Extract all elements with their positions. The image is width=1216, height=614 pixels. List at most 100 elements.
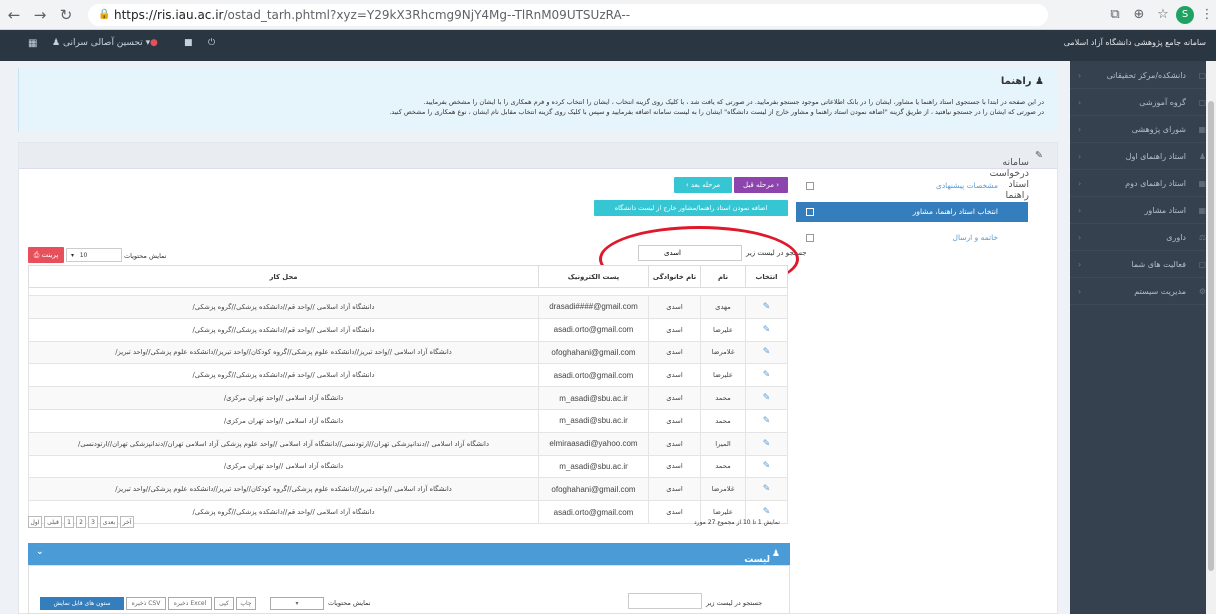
- scrollbar[interactable]: [1206, 61, 1216, 614]
- last-name-cell: اسدی: [648, 363, 701, 388]
- edit-icon[interactable]: ✎: [763, 484, 771, 494]
- sidebar-item[interactable]: ⚙ مدیریت سیستم ‹: [1070, 279, 1216, 305]
- prev-step-button[interactable]: ‹ مرحله قبل: [734, 177, 788, 193]
- select-cell[interactable]: ✎: [745, 408, 788, 433]
- sidebar-item[interactable]: ♟ استاد راهنمای اول ‹: [1070, 144, 1216, 170]
- logout-icon[interactable]: ⏻: [208, 38, 215, 48]
- col-select[interactable]: انتخاب: [745, 265, 788, 288]
- step-finish-send[interactable]: خاتمه و ارسال: [796, 228, 1028, 248]
- first-name-cell: محمد: [700, 386, 746, 410]
- app-header: ▦ ▾ تحسین آصالی سرانی ♟ ● ■ ⏻ سامانه جام…: [0, 30, 1216, 61]
- last-name-cell: اسدی: [648, 454, 701, 479]
- notifications-icon[interactable]: ●: [150, 38, 158, 48]
- print-button[interactable]: پرینت ⎙: [28, 247, 64, 263]
- page-1[interactable]: 1: [64, 516, 74, 528]
- edit-icon[interactable]: ✎: [763, 416, 771, 426]
- collapse-icon[interactable]: ⌄: [36, 547, 44, 557]
- guide-line-2: در صورتی که ایشان را در جستجو نیافتید ، …: [389, 108, 1044, 116]
- reload-icon[interactable]: ↻: [56, 5, 76, 25]
- col-last-name[interactable]: نام خانوادگی: [648, 265, 701, 288]
- guide-title: ♟ راهنما: [1000, 76, 1044, 87]
- edit-icon[interactable]: ✎: [763, 507, 771, 517]
- checkbox-icon: [806, 182, 814, 190]
- zoom-icon[interactable]: ⊕: [1130, 6, 1148, 24]
- page-next[interactable]: بعدی: [100, 516, 118, 528]
- checkbox-icon: [806, 208, 814, 216]
- users-icon: ▦: [1198, 179, 1206, 188]
- table-row: ✎ محمد اسدی m_asadi@sbu.ac.ir دانشگاه آزاد ا…: [28, 408, 788, 433]
- page-first[interactable]: اول: [28, 516, 42, 528]
- select-cell[interactable]: ✎: [745, 340, 788, 365]
- grid-icon[interactable]: ▦: [28, 38, 37, 49]
- mail-icon[interactable]: ■: [184, 38, 193, 48]
- selected-search-input[interactable]: [628, 593, 702, 609]
- first-name-cell: غلامرضا: [700, 340, 746, 365]
- edit-icon[interactable]: ✎: [763, 370, 771, 380]
- chevron-icon: ‹: [1078, 179, 1082, 188]
- sidebar-item[interactable]: ⚖ داوری ‹: [1070, 225, 1216, 251]
- selected-page-size-select[interactable]: ▾: [270, 597, 324, 610]
- select-cell[interactable]: ✎: [745, 454, 788, 479]
- edit-icon[interactable]: ✎: [763, 302, 771, 312]
- select-cell[interactable]: ✎: [745, 386, 788, 410]
- panel-header: ✎ سامانه درخواست استاد راهنما: [19, 143, 1057, 201]
- checkbox-icon: [806, 234, 814, 242]
- building-icon: ▢: [1198, 71, 1206, 80]
- page-2[interactable]: 2: [76, 516, 86, 528]
- sidebar-item[interactable]: ▢ گروه آموزشی ‹: [1070, 90, 1216, 116]
- forward-icon[interactable]: →: [30, 5, 50, 25]
- scrollbar-thumb[interactable]: [1208, 101, 1214, 571]
- chevron-icon: ‹: [1078, 152, 1082, 161]
- sidebar-item[interactable]: ▦ استاد مشاور ‹: [1070, 198, 1216, 224]
- next-step-button[interactable]: مرحله بعد ›: [674, 177, 732, 193]
- page-size-label: نمایش محتویات: [124, 252, 167, 260]
- select-cell[interactable]: ✎: [745, 431, 788, 456]
- col-workplace[interactable]: محل کار: [28, 265, 539, 288]
- extension-icon[interactable]: S: [1176, 6, 1194, 24]
- step-proposal-info[interactable]: مشخصات پیشنهادی: [796, 176, 1028, 196]
- translate-icon[interactable]: ⧉: [1106, 6, 1124, 24]
- edit-icon[interactable]: ✎: [763, 461, 771, 471]
- star-icon[interactable]: ☆: [1154, 6, 1172, 24]
- email-cell: elmiraasadi@yahoo.com: [538, 431, 649, 456]
- columns-button[interactable]: ستون های قابل نمایش: [40, 597, 124, 610]
- email-cell: asadi.orto@gmail.com: [538, 363, 649, 388]
- table-row: ✎ علیرضا اسدی asadi.orto@gmail.com دانشگاه آ…: [28, 500, 788, 524]
- step-label: مشخصات پیشنهادی: [935, 181, 998, 190]
- select-cell[interactable]: ✎: [745, 363, 788, 388]
- print-table-button[interactable]: چاپ: [236, 597, 256, 610]
- col-first-name[interactable]: نام: [700, 265, 746, 288]
- chevron-icon: ‹: [1078, 206, 1082, 215]
- select-cell[interactable]: ✎: [745, 317, 788, 342]
- edit-icon[interactable]: ✎: [763, 439, 771, 449]
- sidebar-item[interactable]: ▦ استاد راهنمای دوم ‹: [1070, 171, 1216, 197]
- page-prev[interactable]: قبلی: [44, 516, 62, 528]
- col-email[interactable]: پست الکترونیک: [538, 265, 649, 288]
- select-cell[interactable]: ✎: [745, 477, 788, 502]
- edit-icon[interactable]: ✎: [763, 325, 771, 335]
- sidebar-item[interactable]: ▢ فعالیت های شما ‹: [1070, 252, 1216, 278]
- sidebar-item[interactable]: ▦ شورای پژوهشی ‹: [1070, 117, 1216, 143]
- sidebar-item[interactable]: ▢ دانشکده/مرکز تحقیقاتی ‹: [1070, 63, 1216, 89]
- page-size-select[interactable]: ▾ 10: [66, 248, 122, 262]
- selected-list-header[interactable]: ♟ لیست اساتید انتخابی ⌄: [28, 543, 790, 585]
- edit-icon[interactable]: ✎: [763, 393, 771, 403]
- copy-button[interactable]: کپی: [214, 597, 234, 610]
- add-external-advisor-button[interactable]: اضافه نمودن استاد راهنما/مشاور خارج از ل…: [594, 200, 788, 216]
- address-bar[interactable]: 🔒 https://ris.iau.ac.ir/ostad_tarh.phtml…: [88, 4, 1048, 26]
- email-cell: ofoghahani@gmail.com: [538, 477, 649, 502]
- chevron-icon: ‹: [1078, 71, 1082, 80]
- excel-button[interactable]: ذخیره Excel: [168, 597, 212, 610]
- page-last[interactable]: آخر: [120, 516, 134, 528]
- back-icon[interactable]: ←: [4, 5, 24, 25]
- workplace-cell: دانشگاه آزاد اسلامی //واحد تهران مرکزی/: [28, 386, 539, 410]
- csv-button[interactable]: ذخیره CSV: [126, 597, 166, 610]
- page-3[interactable]: 3: [88, 516, 98, 528]
- user-menu[interactable]: ▾ تحسین آصالی سرانی ♟: [52, 38, 150, 48]
- select-cell[interactable]: ✎: [745, 295, 788, 319]
- menu-icon[interactable]: ⋮: [1198, 6, 1216, 24]
- last-name-cell: اسدی: [648, 295, 701, 319]
- edit-icon[interactable]: ✎: [763, 347, 771, 357]
- step-select-advisor[interactable]: انتخاب استاد راهنما، مشاور: [796, 202, 1028, 222]
- chevron-icon: ‹: [1078, 98, 1082, 107]
